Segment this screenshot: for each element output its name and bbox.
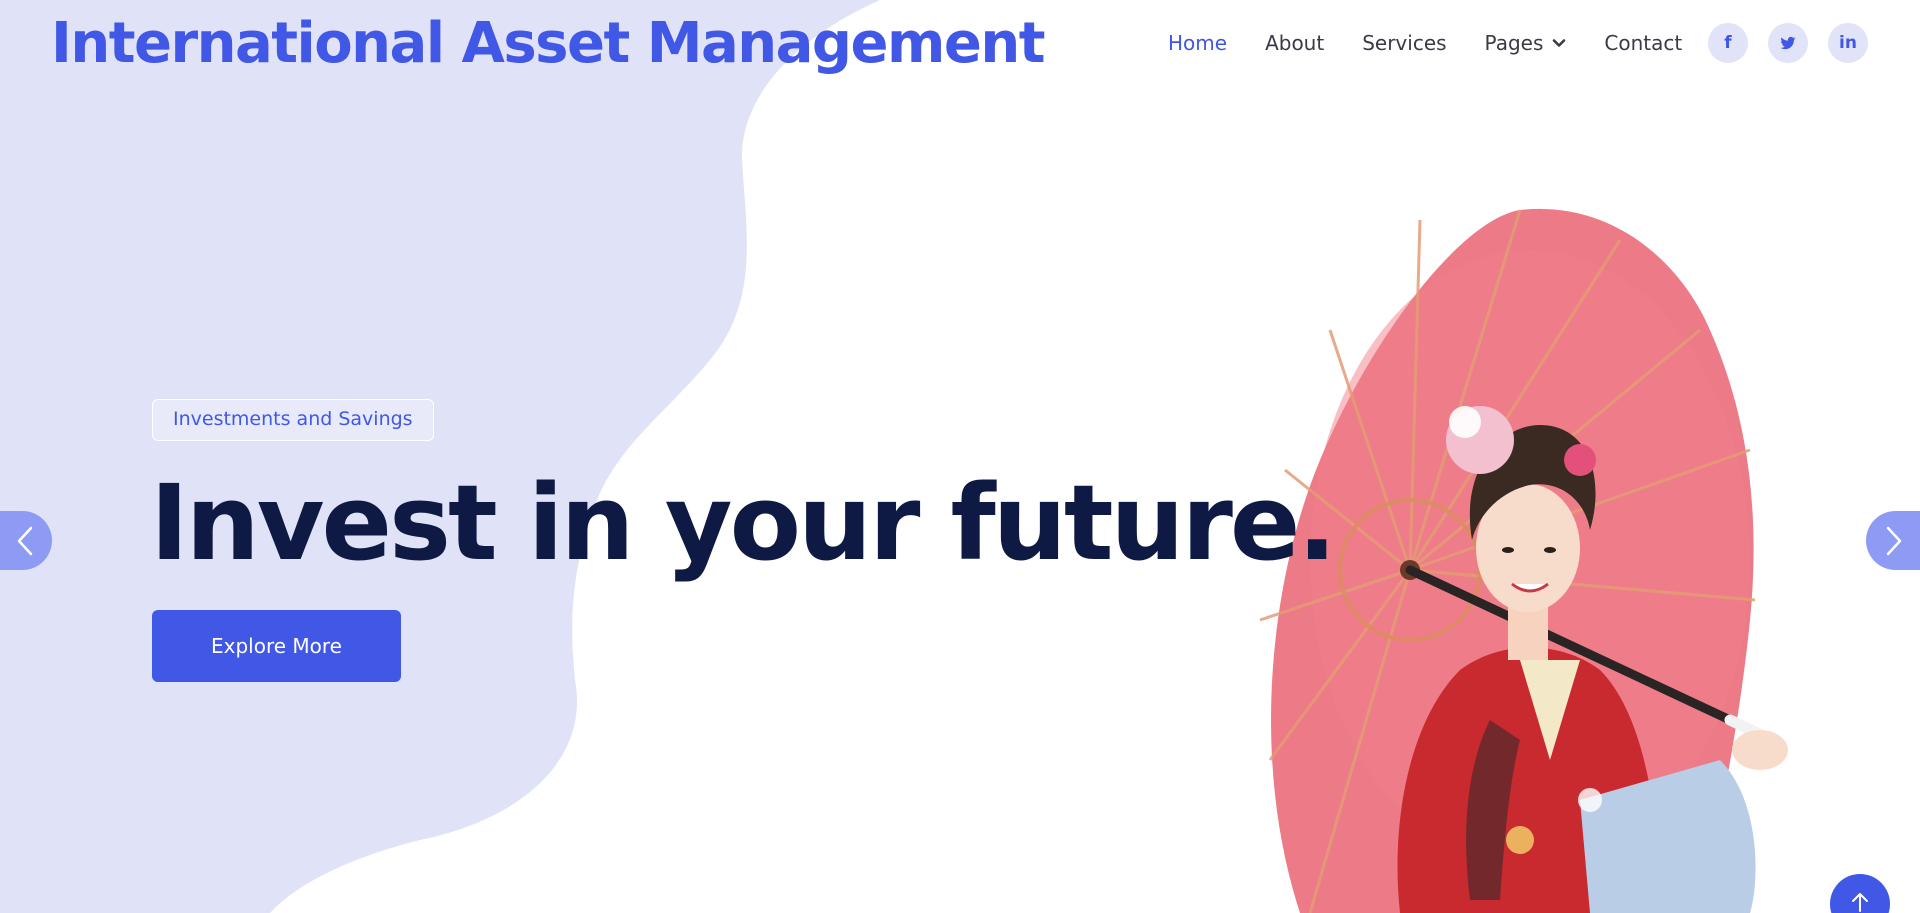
twitter-button[interactable] [1768, 23, 1808, 63]
chevron-right-icon [1886, 526, 1902, 555]
explore-more-button[interactable]: Explore More [152, 610, 401, 682]
nav-home[interactable]: Home [1168, 31, 1227, 55]
facebook-icon: f [1724, 33, 1732, 53]
social-links: f in [1708, 23, 1888, 63]
nav-home-label: Home [1168, 31, 1228, 55]
nav-contact[interactable]: Contact [1604, 31, 1682, 55]
nav-pages-label: Pages [1484, 31, 1544, 55]
brand-logo[interactable]: International Asset Management [51, 6, 1045, 82]
hero-tag: Investments and Savings [152, 399, 434, 441]
nav-pages-dropdown[interactable]: Pages [1485, 31, 1567, 55]
arrow-up-icon [1852, 893, 1868, 912]
nav-contact-label: Contact [1604, 31, 1683, 55]
chevron-left-icon [17, 526, 33, 555]
nav-services-label: Services [1362, 31, 1447, 55]
carousel-next-button[interactable] [1866, 511, 1920, 570]
linkedin-icon: in [1839, 33, 1857, 53]
nav-services[interactable]: Services [1362, 31, 1446, 55]
nav-about-label: About [1265, 31, 1325, 55]
chevron-down-icon [1553, 39, 1566, 47]
linkedin-button[interactable]: in [1828, 23, 1868, 63]
nav-about[interactable]: About [1265, 31, 1324, 55]
facebook-button[interactable]: f [1708, 23, 1748, 63]
hero-headline: Invest in your future. [150, 462, 1337, 584]
twitter-icon [1780, 36, 1796, 50]
main-nav: Home About Services Pages Contact [1168, 26, 1720, 60]
